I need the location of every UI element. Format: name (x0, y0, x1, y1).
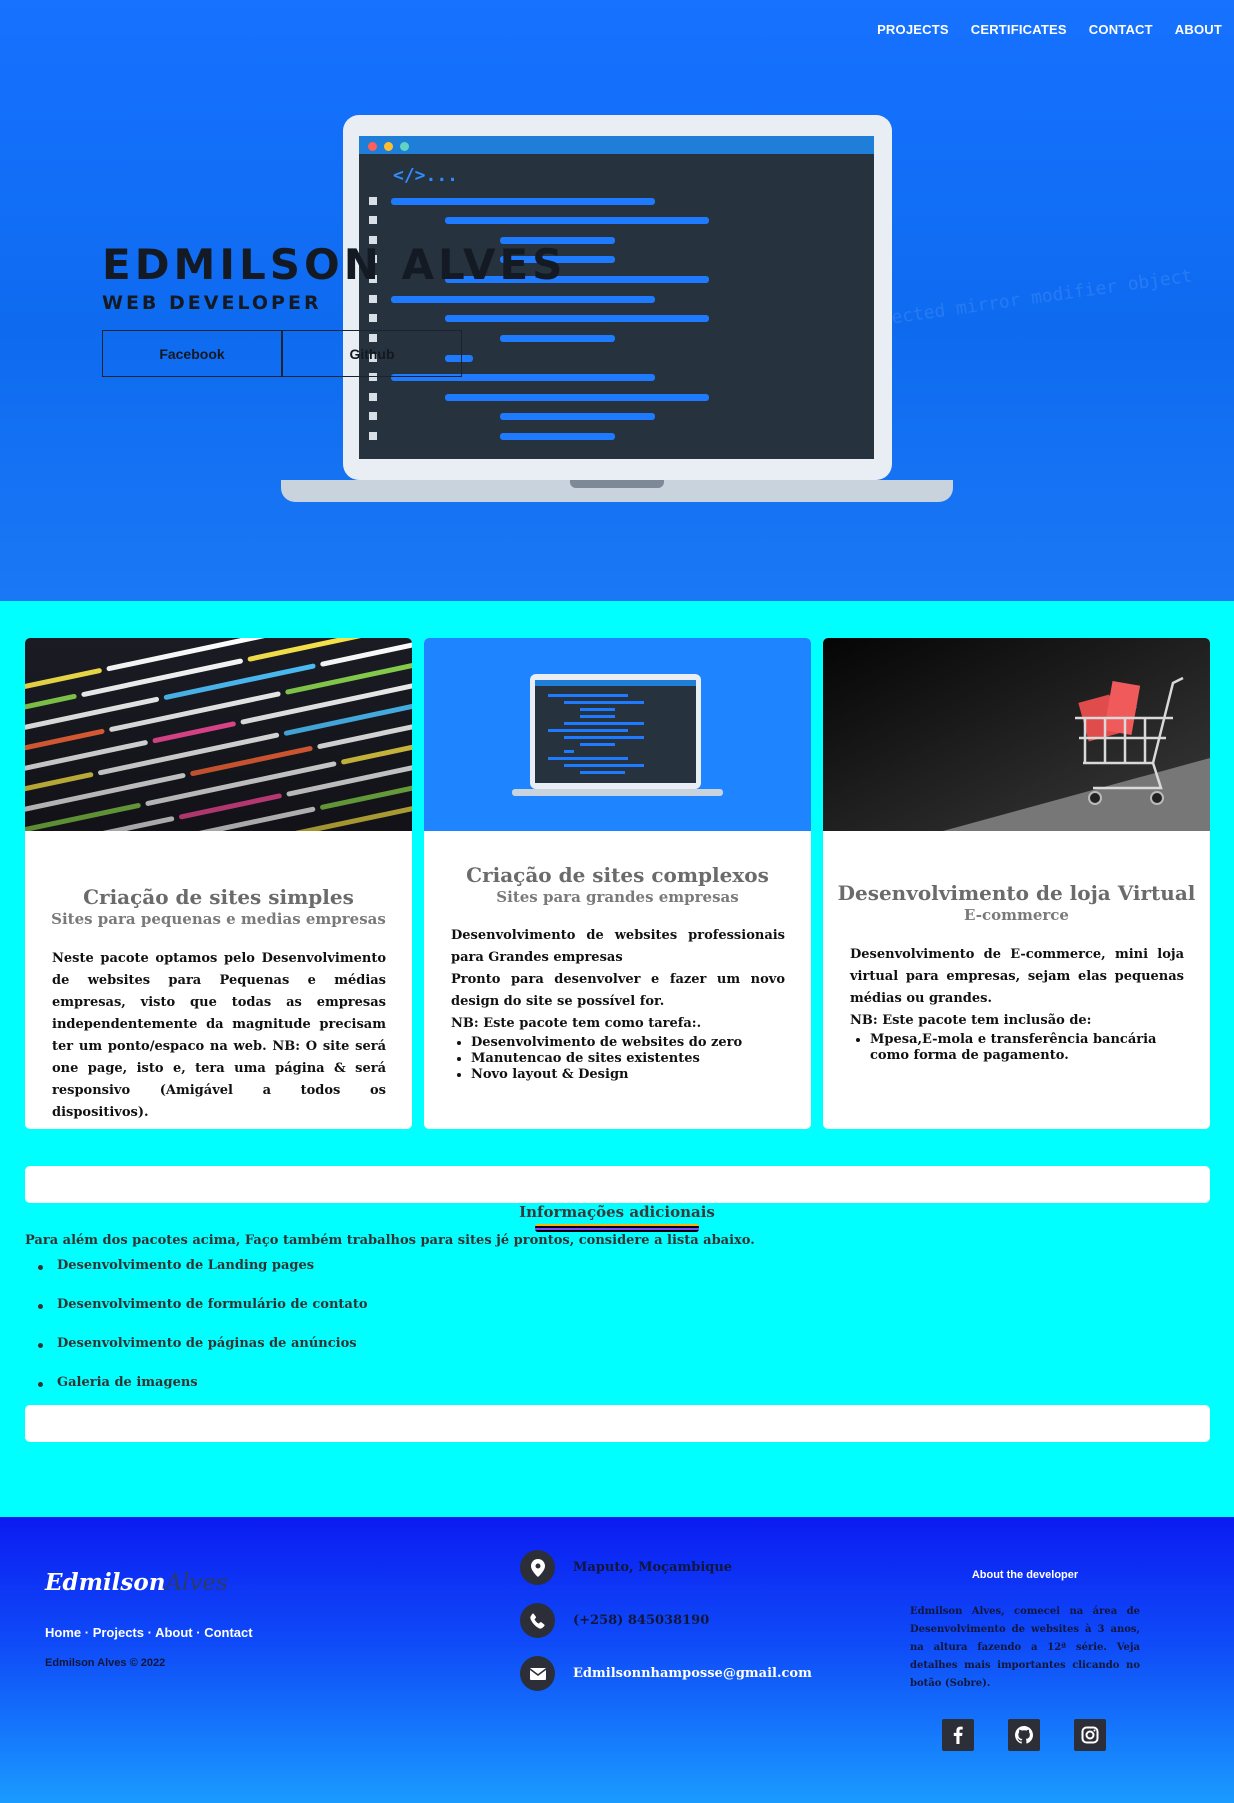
nav-about[interactable]: ABOUT (1175, 22, 1222, 37)
card-note: NB: Este pacote tem como tarefa:. (451, 1016, 702, 1031)
shopping-cart-image (823, 638, 1210, 831)
card-task-list: Desenvolvimento de websites do zero Manu… (451, 1035, 785, 1083)
github-icon[interactable] (1008, 1719, 1040, 1751)
card-description: Desenvolvimento de websites professionai… (451, 928, 785, 965)
card-description: Neste pacote optamos pelo Desenvolviment… (52, 951, 386, 1120)
laptop-illustration: </>... (281, 115, 953, 505)
footer-link-about[interactable]: About (155, 1625, 193, 1640)
top-nav: PROJECTS CERTIFICATES CONTACT ABOUT (877, 22, 1222, 37)
card-body: Neste pacote optamos pelo Desenvolviment… (52, 948, 386, 1124)
card-note: NB: Este pacote tem inclusão de: (850, 1013, 1092, 1028)
list-item: Desenvolvimento de Landing pages (38, 1258, 368, 1297)
nav-projects[interactable]: PROJECTS (877, 22, 949, 37)
info-title: Informações adicionais (519, 1203, 715, 1221)
code-tag-text: </>... (393, 165, 459, 186)
footer-link-contact[interactable]: Contact (204, 1625, 252, 1640)
info-top-bar (25, 1166, 1210, 1203)
card-description: Pronto para desenvolver e fazer um novo … (451, 972, 785, 1009)
list-item: Desenvolvimento de páginas de anúncios (38, 1336, 368, 1375)
info-bottom-bar (25, 1405, 1210, 1442)
card-description: Desenvolvimento de E-commerce, mini loja… (850, 947, 1184, 1006)
list-item: Desenvolvimento de websites do zero (471, 1035, 785, 1051)
footer-link-projects[interactable]: Projects (93, 1625, 144, 1640)
instagram-icon[interactable] (1074, 1719, 1106, 1751)
card-subtitle: Sites para grandes empresas (496, 888, 739, 906)
hero-name: EDMILSON ALVES (102, 240, 567, 289)
github-button[interactable]: Github (282, 330, 462, 377)
list-item: Mpesa,E-mola e transferência bancária co… (870, 1032, 1184, 1064)
footer-copyright: Edmilson Alves © 2022 (45, 1657, 166, 1669)
facebook-icon[interactable] (942, 1719, 974, 1751)
envelope-icon (520, 1656, 555, 1691)
nav-contact[interactable]: CONTACT (1089, 22, 1153, 37)
card-body: Desenvolvimento de websites professionai… (451, 925, 785, 1083)
code-photo-image (25, 638, 412, 831)
footer-links: Home · Projects · About · Contact (45, 1625, 253, 1640)
email-link[interactable]: Edmilsonnhamposse@gmail.com (573, 1666, 812, 1681)
footer: EdmilsonAlves Home · Projects · About · … (0, 1517, 1234, 1803)
about-title: About the developer (971, 1569, 1079, 1581)
phone-icon (520, 1603, 555, 1638)
card-simple-sites: Criação de sites simples Sites para pequ… (25, 638, 412, 1129)
logo-first: Edmilson (45, 1569, 166, 1596)
contact-phone: (+258) 845038190 (520, 1603, 709, 1638)
card-ecommerce: Desenvolvimento de loja Virtual E-commer… (823, 638, 1210, 1129)
map-marker-icon (520, 1550, 555, 1585)
about-text: Edmilson Alves, comecei na área de Desen… (910, 1606, 1140, 1689)
footer-link-home[interactable]: Home (45, 1625, 81, 1640)
info-list: Desenvolvimento de Landing pages Desenvo… (38, 1258, 368, 1414)
list-item: Desenvolvimento de formulário de contato (38, 1297, 368, 1336)
card-title: Desenvolvimento de loja Virtual (837, 881, 1196, 905)
contact-location: Maputo, Moçambique (520, 1550, 732, 1585)
card-body: Desenvolvimento de E-commerce, mini loja… (850, 944, 1184, 1064)
location-text: Maputo, Moçambique (573, 1560, 733, 1575)
card-complex-sites: Criação de sites complexos Sites para gr… (424, 638, 811, 1129)
card-title: Criação de sites complexos (466, 863, 769, 887)
card-subtitle: E-commerce (964, 906, 1069, 924)
list-item: Manutencao de sites existentes (471, 1051, 785, 1067)
card-task-list: Mpesa,E-mola e transferência bancária co… (850, 1032, 1184, 1064)
list-item: Novo layout & Design (471, 1067, 785, 1083)
nav-certificates[interactable]: CERTIFICATES (971, 22, 1067, 37)
footer-logo: EdmilsonAlves (45, 1569, 228, 1596)
facebook-button[interactable]: Facebook (102, 330, 282, 377)
phone-text: (+258) 845038190 (573, 1613, 710, 1628)
hero-role: WEB DEVELOPER (102, 292, 322, 314)
hero-section: and back the deselected mirror modifier … (0, 0, 1234, 601)
info-text: Para além dos pacotes acima, Faço também… (25, 1233, 755, 1248)
contact-email: Edmilsonnhamposse@gmail.com (520, 1656, 812, 1691)
info-title-underline (535, 1224, 699, 1232)
logo-second: Alves (165, 1570, 228, 1596)
card-title: Criação de sites simples (83, 885, 354, 909)
laptop-card-image (424, 638, 811, 831)
card-subtitle: Sites para pequenas e medias empresas (51, 910, 386, 928)
